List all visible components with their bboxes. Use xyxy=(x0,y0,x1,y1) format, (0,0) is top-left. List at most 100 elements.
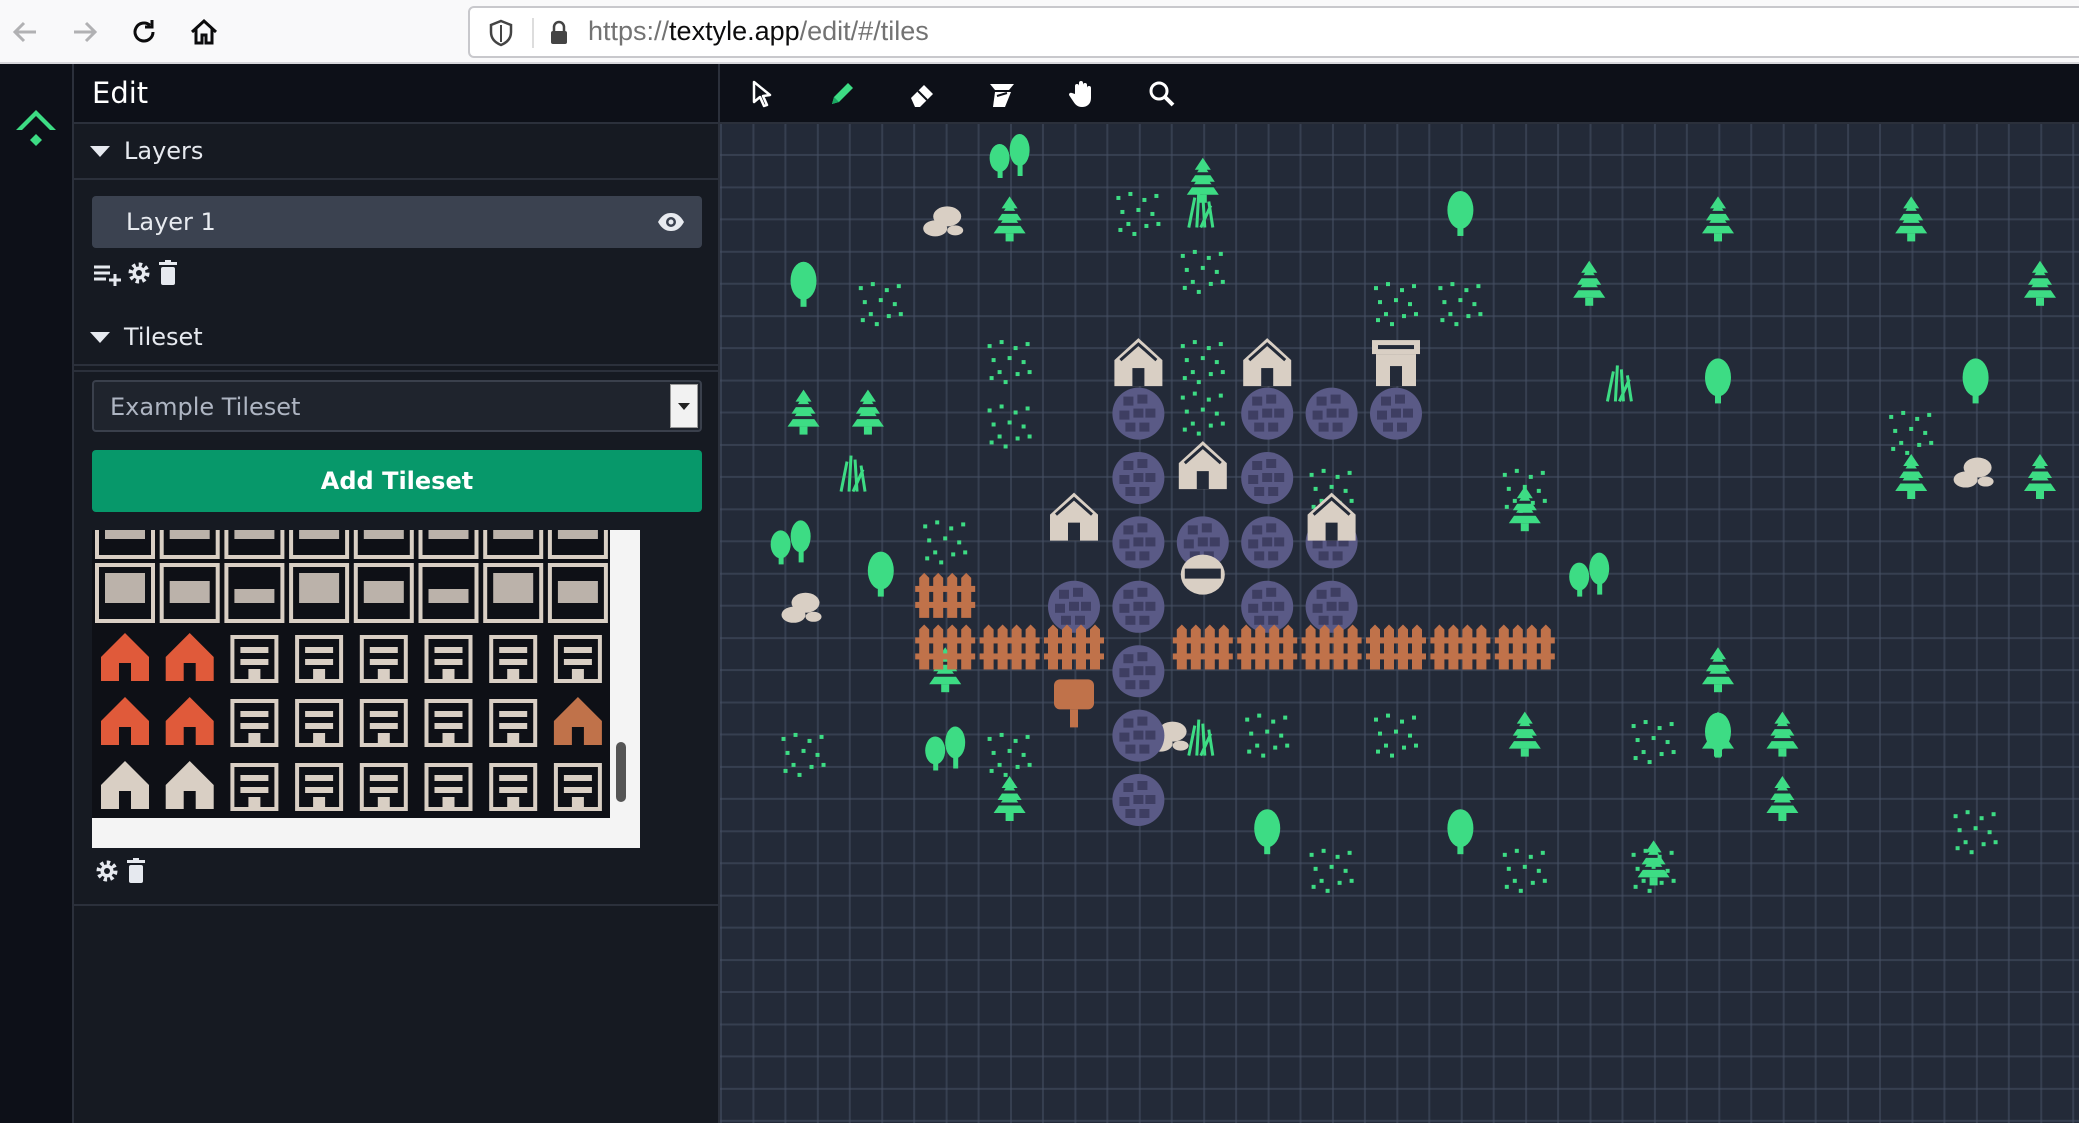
browser-toolbar: https://textyle.app/edit/#/tiles xyxy=(0,0,2079,64)
grass-tile xyxy=(1245,713,1290,758)
pine-tree-tile xyxy=(1637,840,1670,886)
grass-tile xyxy=(923,520,968,565)
stone-path-tile xyxy=(1048,580,1100,633)
tileset-image[interactable] xyxy=(92,530,610,818)
pine-tree-tile xyxy=(1895,196,1928,242)
grass-tile xyxy=(1631,720,1676,765)
tileset-settings-gear-icon[interactable] xyxy=(92,856,122,886)
pine-tree-tile xyxy=(1895,454,1928,499)
tileset-preview[interactable] xyxy=(92,530,640,848)
lock-icon[interactable] xyxy=(544,18,574,48)
pine-tree-tile xyxy=(993,776,1026,821)
layer-name: Layer 1 xyxy=(126,208,216,236)
twin-tree-tile xyxy=(925,726,966,771)
grass-tile xyxy=(1889,410,1934,455)
hand-icon[interactable] xyxy=(1066,78,1098,110)
editor-toolbar xyxy=(720,64,2079,124)
reeds-tile xyxy=(1605,365,1633,403)
url-scheme: https:// xyxy=(588,16,670,46)
layers-section-header[interactable]: Layers xyxy=(74,124,718,180)
grass-tile xyxy=(1374,713,1418,758)
add-tileset-button[interactable]: Add Tileset xyxy=(92,450,702,512)
twin-tree-tile xyxy=(770,520,811,565)
zoom-icon[interactable] xyxy=(1146,78,1178,110)
signpost-tile xyxy=(1054,679,1094,728)
textyle-logo-icon[interactable] xyxy=(12,104,60,152)
pine-tree-tile xyxy=(1702,647,1734,693)
visibility-eye-icon[interactable] xyxy=(656,208,686,236)
grass-tile xyxy=(987,732,1032,777)
stone-path-tile xyxy=(1305,580,1358,633)
stone-path-tile xyxy=(1112,387,1165,440)
well-tile xyxy=(1180,554,1225,595)
house-tile xyxy=(1114,338,1163,387)
house-tile xyxy=(1178,441,1227,490)
hut-tile xyxy=(1372,340,1420,387)
edit-sidebar: Edit Layers Layer 1 Tileset Example Tile… xyxy=(74,64,720,1123)
sidebar-title: Edit xyxy=(92,76,149,110)
grass-tile xyxy=(1180,391,1225,436)
divider xyxy=(74,904,718,906)
reeds-tile xyxy=(839,455,867,493)
fence-tile xyxy=(915,572,976,618)
layer-settings-gear-icon[interactable] xyxy=(124,258,154,288)
pine-tree-tile xyxy=(1573,260,1606,306)
round-tree-tile xyxy=(1447,190,1474,236)
reeds-tile xyxy=(1187,719,1215,757)
tileset-select-value: Example Tileset xyxy=(110,393,301,421)
fence-tile xyxy=(979,624,1040,670)
delete-layer-trash-icon[interactable] xyxy=(154,258,184,288)
pine-tree-tile xyxy=(1508,486,1541,532)
add-layer-icon[interactable] xyxy=(92,260,122,290)
reload-icon[interactable] xyxy=(124,12,164,52)
pine-tree-tile xyxy=(1508,711,1541,757)
pine-tree-tile xyxy=(1702,196,1734,242)
address-bar[interactable]: https://textyle.app/edit/#/tiles xyxy=(468,6,2079,58)
url-host: textyle.app xyxy=(669,16,800,46)
select-icon[interactable] xyxy=(746,78,778,110)
stone-path-tile xyxy=(1305,387,1358,440)
twin-tree-tile xyxy=(989,134,1030,178)
grass-tile xyxy=(1953,810,1998,855)
stone-path-tile xyxy=(1241,516,1294,569)
house-tile xyxy=(1243,338,1292,387)
grass-tile xyxy=(858,282,903,327)
url-text[interactable]: https://textyle.app/edit/#/tiles xyxy=(588,16,929,47)
layer-item[interactable]: Layer 1 xyxy=(92,196,702,248)
tileset-scrollbar[interactable] xyxy=(616,742,626,802)
stone-path-tile xyxy=(1241,580,1294,633)
tileset-select[interactable]: Example Tileset xyxy=(92,380,702,432)
pine-tree-tile xyxy=(851,389,884,435)
tileset-section-header[interactable]: Tileset xyxy=(74,310,718,366)
stone-path-tile xyxy=(1112,709,1165,762)
grass-tile xyxy=(1438,282,1483,327)
pine-tree-tile xyxy=(1766,776,1799,821)
round-tree-tile xyxy=(1447,809,1474,855)
collapse-triangle-icon[interactable] xyxy=(90,332,110,343)
pine-tree-tile xyxy=(787,389,820,435)
grass-tile xyxy=(987,340,1032,385)
back-icon[interactable] xyxy=(6,12,46,52)
collapse-triangle-icon[interactable] xyxy=(90,146,110,157)
rock-tile xyxy=(923,206,964,237)
delete-tileset-trash-icon[interactable] xyxy=(122,856,152,886)
round-tree-tile xyxy=(1962,358,1989,404)
sidebar-header: Edit xyxy=(74,64,718,124)
rock-tile xyxy=(781,592,822,623)
fence-tile xyxy=(1172,624,1233,670)
stone-path-tile xyxy=(1112,645,1165,698)
dropdown-arrow-icon[interactable] xyxy=(670,384,698,428)
tile-map[interactable] xyxy=(720,124,2079,1123)
fill-icon[interactable] xyxy=(986,78,1018,110)
pencil-icon[interactable] xyxy=(826,78,858,110)
map-canvas[interactable] xyxy=(720,124,2079,1123)
stone-path-tile xyxy=(1241,452,1294,504)
rock-tile xyxy=(1953,457,1994,488)
shield-icon[interactable] xyxy=(486,18,516,48)
home-icon[interactable] xyxy=(184,12,224,52)
stone-path-tile xyxy=(1370,387,1422,440)
pine-tree-tile xyxy=(1766,711,1799,757)
stone-path-tile xyxy=(1112,516,1165,569)
forward-icon[interactable] xyxy=(64,12,104,52)
eraser-icon[interactable] xyxy=(906,78,938,110)
